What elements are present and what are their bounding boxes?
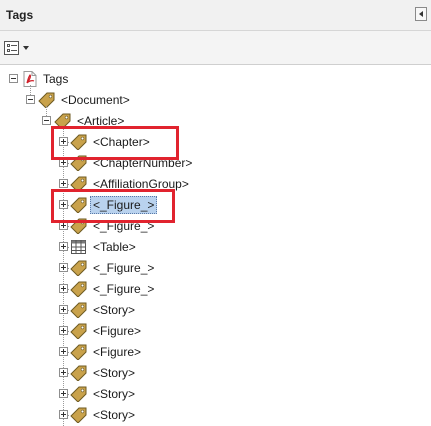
tree-item-label: <Story> [93, 408, 136, 422]
tree-item[interactable]: <Story> [0, 405, 240, 425]
tree-item-label: <Figure> [93, 345, 142, 359]
highlight-box-figure [51, 189, 175, 223]
tag-icon [70, 323, 87, 339]
tree-item-label: <Table> [93, 240, 136, 254]
tree-item-label: Tags [43, 72, 69, 86]
collapse-toggle[interactable] [26, 95, 35, 104]
panel-title: Tags [6, 8, 34, 22]
tag-icon [70, 365, 87, 381]
tag-icon [70, 344, 87, 360]
tree-item-label: <Figure> [93, 324, 142, 338]
tree-item[interactable]: <_Figure_> [0, 279, 240, 299]
highlight-box-chapter [51, 126, 179, 160]
tree-item-label: <_Figure_> [93, 282, 155, 296]
tree-item-label: <Story> [93, 366, 136, 380]
chevron-down-icon [23, 46, 29, 50]
expand-toggle[interactable] [59, 284, 68, 293]
panel-header: Tags [0, 0, 431, 31]
collapse-toggle[interactable] [9, 74, 18, 83]
tag-icon [38, 92, 55, 108]
tree-item[interactable]: <Figure> [0, 321, 240, 341]
expand-toggle[interactable] [59, 242, 68, 251]
tag-icon [70, 260, 87, 276]
expand-toggle[interactable] [59, 368, 68, 377]
tree-item-label: <Story> [93, 303, 136, 317]
expand-toggle[interactable] [59, 179, 68, 188]
tree-item-label: <_Figure_> [93, 261, 155, 275]
tree-item[interactable]: <_Figure_> [0, 258, 240, 278]
tree-item[interactable]: <Figure> [0, 342, 240, 362]
expand-toggle[interactable] [59, 389, 68, 398]
tree-item[interactable]: <Story> [0, 363, 240, 383]
tree-item[interactable]: <Table> [0, 237, 240, 257]
tree-item[interactable]: <Story> [0, 384, 240, 404]
tag-icon [70, 302, 87, 318]
collapse-toggle[interactable] [42, 116, 51, 125]
options-menu-button[interactable] [4, 41, 30, 57]
tag-icon [70, 407, 87, 423]
collapse-panel-button[interactable] [415, 7, 427, 21]
table-icon [71, 240, 86, 254]
options-icon [4, 41, 19, 55]
toolbar [0, 31, 431, 65]
tree-item-label: <Story> [93, 387, 136, 401]
tag-icon [70, 281, 87, 297]
tag-icon [70, 386, 87, 402]
expand-toggle[interactable] [59, 410, 68, 419]
tag-tree: Tags <Document> <Article> <Chapter> <Chap… [0, 65, 431, 426]
expand-toggle[interactable] [59, 347, 68, 356]
tree-item-label: <Document> [61, 93, 130, 107]
tree-item[interactable]: <Story> [0, 300, 240, 320]
expand-toggle[interactable] [59, 326, 68, 335]
expand-toggle[interactable] [59, 263, 68, 272]
expand-toggle[interactable] [59, 305, 68, 314]
tree-item-document[interactable]: <Document> [0, 90, 220, 110]
